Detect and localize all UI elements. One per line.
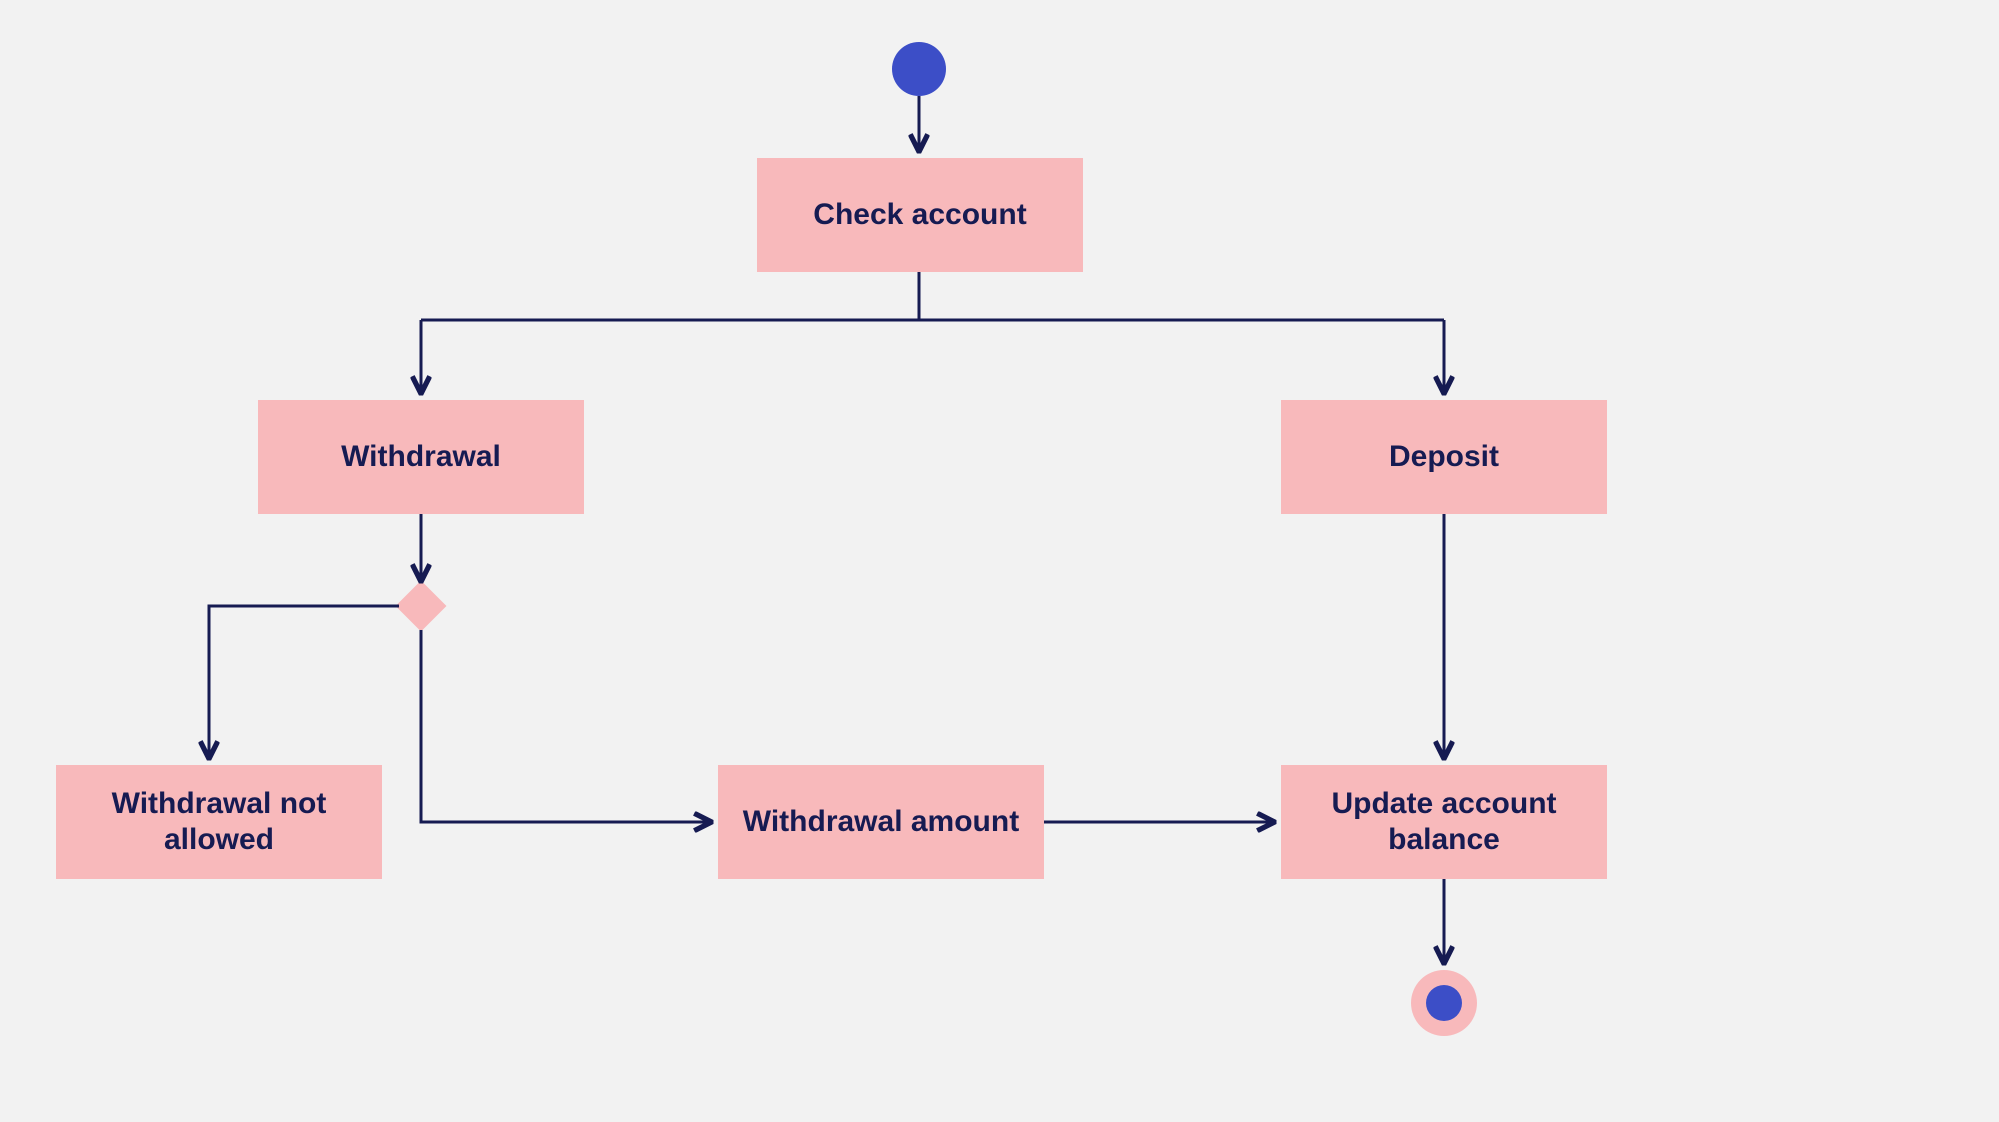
node-label: Withdrawal not allowed [76, 786, 362, 858]
node-label: Update account balance [1301, 786, 1587, 858]
decision-diamond-icon [396, 581, 447, 632]
node-withdrawal: Withdrawal [258, 400, 584, 514]
node-deposit: Deposit [1281, 400, 1607, 514]
edge-decision-notallowed [209, 606, 399, 757]
edge-decision-amount [421, 630, 710, 822]
start-node [892, 42, 946, 96]
node-label: Withdrawal amount [743, 804, 1019, 840]
node-label: Deposit [1389, 439, 1499, 475]
end-node [1411, 970, 1477, 1036]
end-node-inner-icon [1426, 985, 1462, 1021]
node-label: Check account [813, 197, 1026, 233]
node-check-account: Check account [757, 158, 1083, 272]
node-withdrawal-amount: Withdrawal amount [718, 765, 1044, 879]
edge-check-split [421, 272, 1444, 392]
node-label: Withdrawal [341, 439, 501, 475]
node-withdrawal-not-allowed: Withdrawal not allowed [56, 765, 382, 879]
node-update-balance: Update account balance [1281, 765, 1607, 879]
